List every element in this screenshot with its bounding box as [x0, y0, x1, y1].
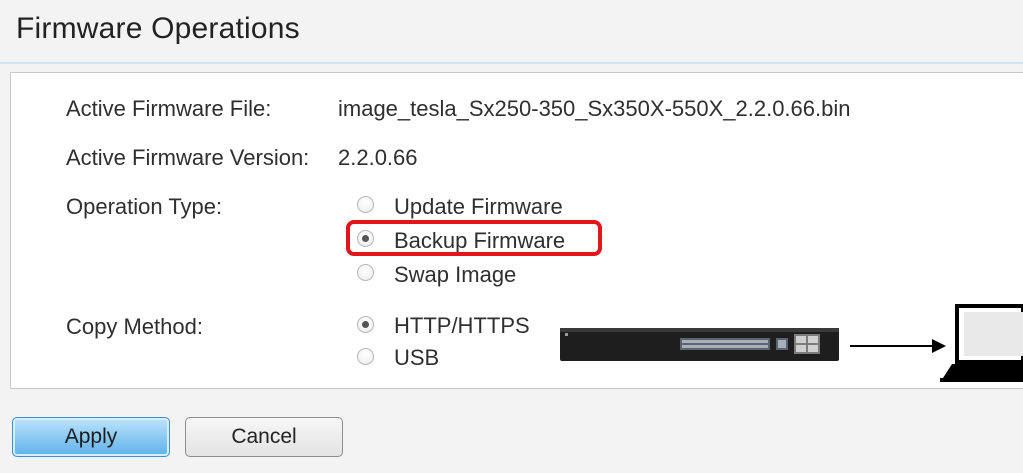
- backup-illustration: [560, 304, 1023, 382]
- network-switch-icon: [560, 328, 839, 361]
- cancel-button[interactable]: Cancel: [185, 417, 343, 457]
- apply-button[interactable]: Apply: [12, 417, 170, 457]
- laptop-icon: [940, 304, 1023, 382]
- arrow-right-icon: [850, 339, 946, 353]
